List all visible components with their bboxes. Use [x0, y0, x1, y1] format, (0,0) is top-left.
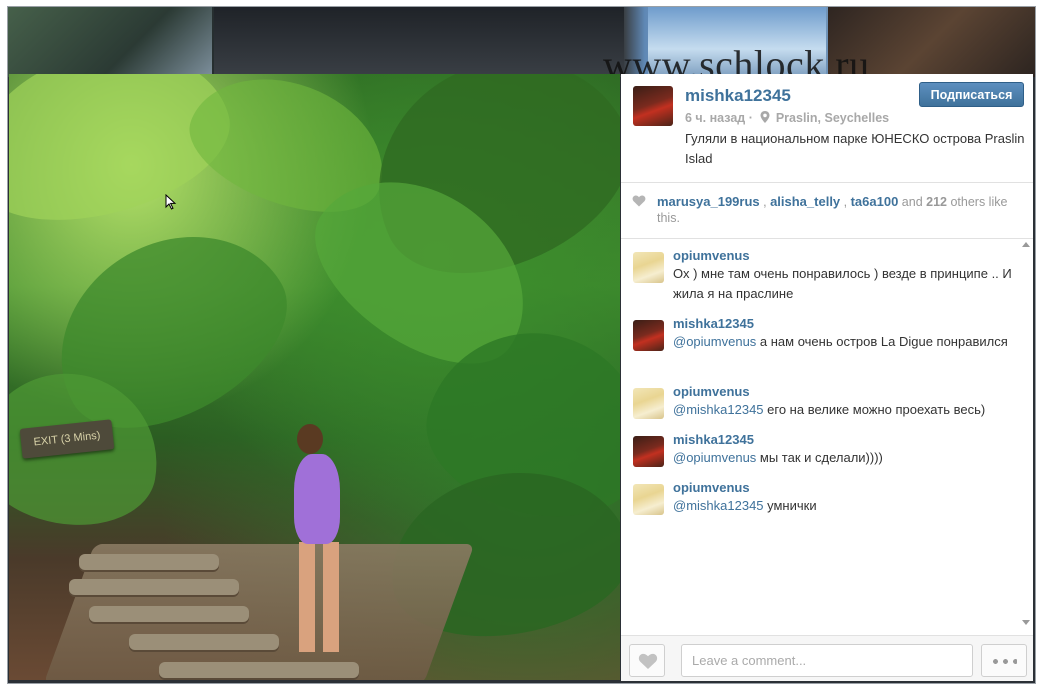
comment-text: а нам очень остров La Digue понравился [756, 334, 1008, 349]
commenter-avatar[interactable] [633, 388, 664, 419]
post-location-link[interactable]: Praslin, Seychelles [776, 111, 889, 125]
post-meta: 6 ч. назад · Praslin, Seychelles [685, 111, 889, 125]
heart-icon [638, 653, 658, 669]
commenter-username-link[interactable]: mishka12345 [673, 431, 1018, 448]
person-head [297, 424, 323, 454]
post-caption: Гуляли в национальном парке ЮНЕСКО остро… [685, 131, 1025, 166]
comment-mention-link[interactable]: @opiumvenus [673, 334, 756, 349]
commenter-avatar[interactable] [633, 484, 664, 515]
likes-and-text: and [898, 195, 927, 209]
more-options-button[interactable] [981, 644, 1027, 677]
likes-separator: , [759, 195, 771, 209]
more-options-icon [993, 659, 1017, 664]
commenter-username-link[interactable]: opiumvenus [673, 383, 1018, 400]
location-pin-icon [760, 111, 770, 123]
likes-separator: , [840, 195, 851, 209]
commenter-avatar[interactable] [633, 320, 664, 351]
owner-username-link[interactable]: mishka12345 [685, 86, 791, 106]
liker-link[interactable]: alisha_telly [770, 194, 840, 209]
comment-text: его на велике можно проехать весь) [763, 402, 986, 417]
person-legs [299, 542, 339, 652]
post-header: mishka12345 Подписаться 6 ч. назад · Pra… [621, 74, 1033, 183]
comments-list[interactable]: opiumvenus Ох ) мне там очень понравилос… [621, 239, 1033, 629]
comment-body: opiumvenus @mishka12345 умнички [673, 479, 1018, 516]
commenter-avatar[interactable] [633, 436, 664, 467]
comment-text: мы так и сделали)))) [756, 450, 883, 465]
post-time: 6 ч. назад [685, 111, 746, 125]
comment-body: mishka12345 @opiumvenus мы так и сделали… [673, 431, 1018, 468]
person-figure [294, 454, 340, 544]
comment-mention-link[interactable]: @mishka12345 [673, 498, 764, 513]
background-page-strip [8, 7, 1035, 77]
commenter-avatar[interactable] [633, 252, 664, 283]
comment-mention-link[interactable]: @opiumvenus [673, 450, 756, 465]
commenter-username-link[interactable]: opiumvenus [673, 247, 1018, 264]
liker-link[interactable]: ta6a100 [851, 194, 899, 209]
likes-text: marusya_199rus , alisha_telly , ta6a100 … [657, 194, 1027, 226]
commenter-username-link[interactable]: mishka12345 [673, 315, 1018, 332]
meta-separator: · [748, 111, 753, 125]
commenter-username-link[interactable]: opiumvenus [673, 479, 1018, 496]
owner-avatar[interactable] [633, 86, 673, 126]
follow-button[interactable]: Подписаться [919, 82, 1024, 107]
comment-footer [621, 635, 1033, 681]
comment-text: Ох ) мне там очень понравилось ) везде в… [673, 266, 1012, 301]
comment-body: opiumvenus Ох ) мне там очень понравилос… [673, 247, 1018, 304]
heart-icon [632, 195, 646, 207]
like-button[interactable] [629, 644, 665, 677]
likes-count[interactable]: 212 [926, 195, 947, 209]
liker-link[interactable]: marusya_199rus [657, 194, 760, 209]
post-side-panel: mishka12345 Подписаться 6 ч. назад · Pra… [621, 74, 1033, 681]
scroll-down-arrow[interactable] [1022, 620, 1030, 625]
comment-body: mishka12345 @opiumvenus а нам очень остр… [673, 315, 1018, 352]
comment-body: opiumvenus @mishka12345 его на велике мо… [673, 383, 1018, 420]
scroll-up-arrow[interactable] [1022, 242, 1030, 247]
likes-section: marusya_199rus , alisha_telly , ta6a100 … [621, 182, 1033, 239]
mouse-cursor-icon [165, 194, 177, 210]
comment-input[interactable] [681, 644, 973, 677]
post-photo[interactable]: EXIT (3 Mins) [9, 74, 620, 680]
comment-mention-link[interactable]: @mishka12345 [673, 402, 764, 417]
comment-text: умнички [763, 498, 817, 513]
